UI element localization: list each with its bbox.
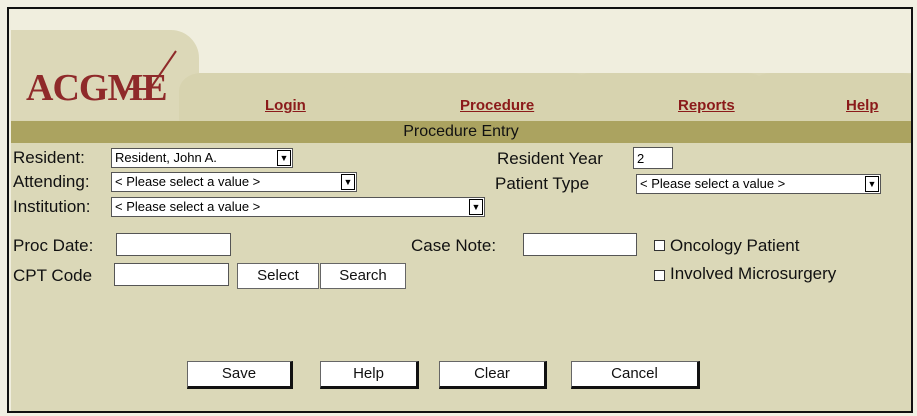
page-title: Procedure Entry [11, 121, 911, 143]
tab-procedure[interactable]: Procedure [460, 97, 534, 114]
institution-value: < Please select a value > [115, 199, 261, 214]
attending-select[interactable]: < Please select a value > ▼ [111, 172, 357, 192]
resident-label: Resident: [13, 148, 85, 167]
attending-label: Attending: [13, 172, 90, 191]
save-button[interactable]: Save [187, 361, 293, 389]
cpt-code-input[interactable] [114, 263, 229, 286]
microsurgery-checkbox[interactable] [654, 270, 665, 281]
cancel-button[interactable]: Cancel [571, 361, 700, 389]
select-button[interactable]: Select [237, 263, 319, 289]
tab-reports-bg [569, 73, 769, 125]
logo-swoosh-icon [128, 50, 177, 90]
patient-type-select[interactable]: < Please select a value > ▼ [636, 174, 881, 194]
attending-value: < Please select a value > [115, 174, 261, 189]
resident-value: Resident, John A. [115, 150, 217, 165]
chevron-down-icon: ▼ [277, 150, 291, 166]
cpt-code-label: CPT Code [13, 266, 93, 285]
oncology-label: Oncology Patient [670, 236, 800, 255]
search-button[interactable]: Search [320, 263, 406, 289]
clear-button[interactable]: Clear [439, 361, 547, 389]
chevron-down-icon: ▼ [469, 199, 483, 215]
patient-type-label: Patient Type [495, 174, 590, 193]
oncology-checkbox[interactable] [654, 240, 665, 251]
tab-reports[interactable]: Reports [678, 97, 735, 114]
app-window: ACGME Login Procedure Reports Help Proce… [7, 7, 913, 413]
proc-date-input[interactable] [116, 233, 231, 256]
procedure-form: Resident: Resident, John A. ▼ Resident Y… [11, 143, 911, 411]
institution-select[interactable]: < Please select a value > ▼ [111, 197, 485, 217]
resident-select[interactable]: Resident, John A. ▼ [111, 148, 293, 168]
proc-date-label: Proc Date: [13, 236, 94, 255]
help-button[interactable]: Help [320, 361, 419, 389]
microsurgery-label: Involved Microsurgery [670, 264, 837, 283]
chevron-down-icon: ▼ [865, 176, 879, 192]
tab-login[interactable]: Login [265, 97, 306, 114]
case-note-label: Case Note: [411, 236, 497, 255]
patient-type-value: < Please select a value > [640, 176, 786, 191]
tab-help[interactable]: Help [846, 97, 879, 114]
resident-year-label: Resident Year [497, 149, 603, 168]
case-note-input[interactable] [523, 233, 637, 256]
resident-year-input[interactable]: 2 [633, 147, 673, 169]
tab-help-bg [749, 73, 911, 125]
institution-label: Institution: [13, 197, 91, 216]
chevron-down-icon: ▼ [341, 174, 355, 190]
